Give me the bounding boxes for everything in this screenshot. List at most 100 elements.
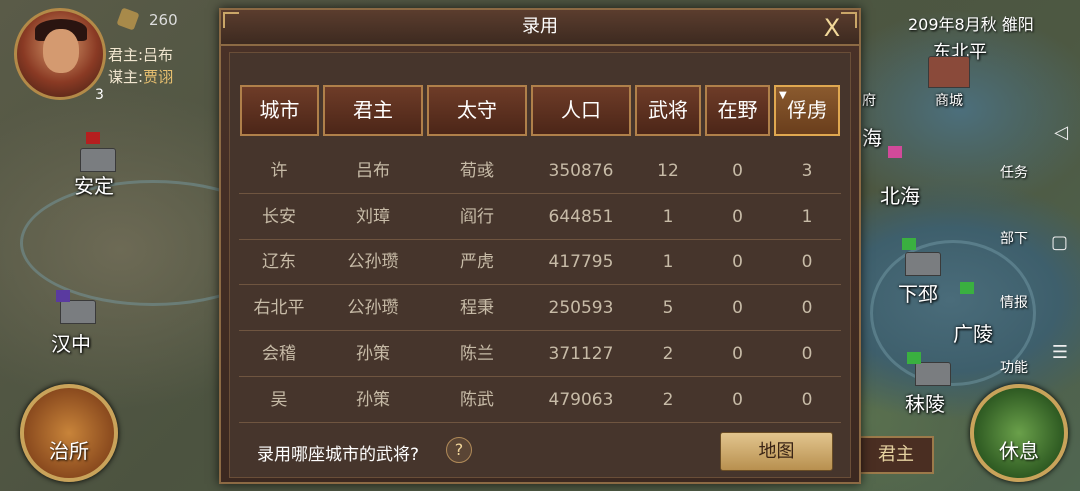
cell-generals: 2 xyxy=(662,389,674,410)
cell-governor: 荀彧 xyxy=(460,161,494,181)
col-header-city[interactable]: 城市 xyxy=(240,85,319,136)
recruit-question: 录用哪座城市的武将? xyxy=(257,445,420,465)
col-header-lord-label: 君主 xyxy=(353,98,393,122)
green-flag-icon xyxy=(960,282,974,294)
cell-lord: 孙策 xyxy=(356,343,390,364)
city-castle-icon[interactable] xyxy=(915,362,951,386)
help-icon[interactable]: ? xyxy=(446,437,472,463)
city-castle-icon[interactable] xyxy=(80,148,116,172)
col-header-captives[interactable]: ▼ 俘虏 xyxy=(774,85,840,136)
building-fu-label[interactable]: 府 xyxy=(862,90,876,110)
market-building-icon[interactable] xyxy=(928,56,970,88)
table-row[interactable]: 右北平 公孙瓒 程秉 250593 5 0 0 xyxy=(239,286,841,332)
cell-generals: 12 xyxy=(657,161,679,181)
cell-governor: 陈武 xyxy=(460,389,494,410)
map-place-anding[interactable]: 安定 xyxy=(74,170,114,199)
advisor-line: 谋主:贾诩 xyxy=(108,66,173,87)
cell-generals: 1 xyxy=(662,206,674,227)
corner-ornament xyxy=(223,12,239,28)
govern-button[interactable]: 治所 xyxy=(20,384,118,482)
cell-captives: 1 xyxy=(801,206,813,227)
advisor-prefix: 谋主: xyxy=(108,68,144,86)
side-menu-functions[interactable]: 功能 xyxy=(1000,357,1028,377)
col-header-lord[interactable]: 君主 xyxy=(323,85,423,136)
close-icon[interactable]: X xyxy=(818,15,846,41)
col-header-free-label: 在野 xyxy=(717,98,758,122)
cell-captives: 0 xyxy=(801,298,813,319)
lord-tab-button[interactable]: 君主 xyxy=(858,436,934,474)
cell-city: 右北平 xyxy=(253,298,305,319)
green-flag-icon xyxy=(907,352,921,364)
cell-captives: 3 xyxy=(801,161,813,181)
map-place-moling[interactable]: 秣陵 xyxy=(905,388,945,417)
lord-name: 君主:吕布 xyxy=(108,46,174,64)
cell-population: 644851 xyxy=(548,206,614,227)
cell-lord: 公孙瓒 xyxy=(347,298,399,319)
cell-population: 350876 xyxy=(548,161,614,181)
cell-city: 吴 xyxy=(270,389,288,410)
player-status: 260 君主:吕布 谋主:贾诩 3 xyxy=(0,0,230,103)
cell-generals: 1 xyxy=(662,252,674,273)
map-place-guangling[interactable]: 广陵 xyxy=(953,318,993,347)
cell-population: 371127 xyxy=(548,343,614,364)
item-count-badge: 3 xyxy=(95,87,104,103)
cell-lord: 孙策 xyxy=(356,389,390,410)
col-header-free[interactable]: 在野 xyxy=(705,85,770,136)
side-menu-subordinates[interactable]: 部下 xyxy=(1000,228,1028,248)
cell-lord: 吕布 xyxy=(356,161,390,181)
cell-free: 0 xyxy=(732,161,743,181)
advisor-name: 贾诩 xyxy=(143,68,174,86)
cell-governor: 陈兰 xyxy=(460,343,494,364)
cell-city: 会稽 xyxy=(262,343,296,364)
cell-free: 0 xyxy=(732,206,743,227)
col-header-governor[interactable]: 太守 xyxy=(427,85,527,136)
cell-free: 0 xyxy=(732,298,743,319)
table-row[interactable]: 许 吕布 荀彧 350876 12 0 3 xyxy=(239,149,841,194)
table-row[interactable]: 长安 刘璋 阎行 644851 1 0 1 xyxy=(239,195,841,240)
game-date: 209年8月秋 雒阳 xyxy=(908,15,1034,34)
dialog-title: 录用 xyxy=(221,10,859,46)
green-flag-icon xyxy=(902,238,916,250)
cell-captives: 0 xyxy=(801,343,813,364)
col-header-governor-label: 太守 xyxy=(457,98,497,122)
cell-free: 0 xyxy=(732,389,743,410)
system-home-icon[interactable]: ▢ xyxy=(1051,232,1068,253)
table-row[interactable]: 辽东 公孙瓒 严虎 417795 1 0 0 xyxy=(239,240,841,286)
map-place-xiapi[interactable]: 下邳 xyxy=(898,278,938,307)
cell-lord: 公孙瓒 xyxy=(347,252,399,273)
cell-captives: 0 xyxy=(801,252,813,273)
col-header-generals[interactable]: 武将 xyxy=(635,85,701,136)
cell-population: 250593 xyxy=(548,298,614,319)
col-header-population[interactable]: 人口 xyxy=(531,85,631,136)
rest-label: 休息 xyxy=(999,439,1039,463)
sort-desc-icon: ▼ xyxy=(779,90,787,101)
lord-portrait-avatar[interactable] xyxy=(14,8,106,100)
cell-city: 长安 xyxy=(262,206,296,227)
cell-lord: 刘璋 xyxy=(356,206,390,227)
map-place-beihai[interactable]: 北海 xyxy=(880,180,920,209)
system-back-icon[interactable]: ◁ xyxy=(1054,122,1068,143)
govern-label: 治所 xyxy=(49,439,89,463)
city-castle-icon[interactable] xyxy=(60,300,96,324)
col-header-city-label: 城市 xyxy=(259,98,300,122)
side-menu-tasks[interactable]: 任务 xyxy=(1000,162,1028,182)
table-row[interactable]: 吴 孙策 陈武 479063 2 0 0 xyxy=(239,378,841,423)
city-castle-icon[interactable] xyxy=(905,252,941,276)
red-flag-icon xyxy=(86,132,100,144)
col-header-population-label: 人口 xyxy=(561,98,601,122)
side-menu-intel[interactable]: 情报 xyxy=(1000,292,1028,312)
table-row[interactable]: 会稽 孙策 陈兰 371127 2 0 0 xyxy=(239,332,841,377)
cell-governor: 阎行 xyxy=(460,206,494,227)
system-menu-icon[interactable]: ☰ xyxy=(1052,342,1068,363)
map-place-hai[interactable]: 海 xyxy=(862,122,882,151)
col-header-generals-label: 武将 xyxy=(648,98,688,122)
map-place-hanzhong[interactable]: 汉中 xyxy=(51,328,91,357)
building-market-label[interactable]: 商城 xyxy=(935,90,963,110)
cell-generals: 2 xyxy=(662,343,674,364)
rest-button[interactable]: 休息 xyxy=(970,384,1068,482)
map-button[interactable]: 地图 xyxy=(720,432,833,471)
cell-governor: 严虎 xyxy=(460,252,494,273)
cell-free: 0 xyxy=(732,252,743,273)
cell-city: 辽东 xyxy=(262,252,296,273)
cell-population: 417795 xyxy=(548,252,614,273)
